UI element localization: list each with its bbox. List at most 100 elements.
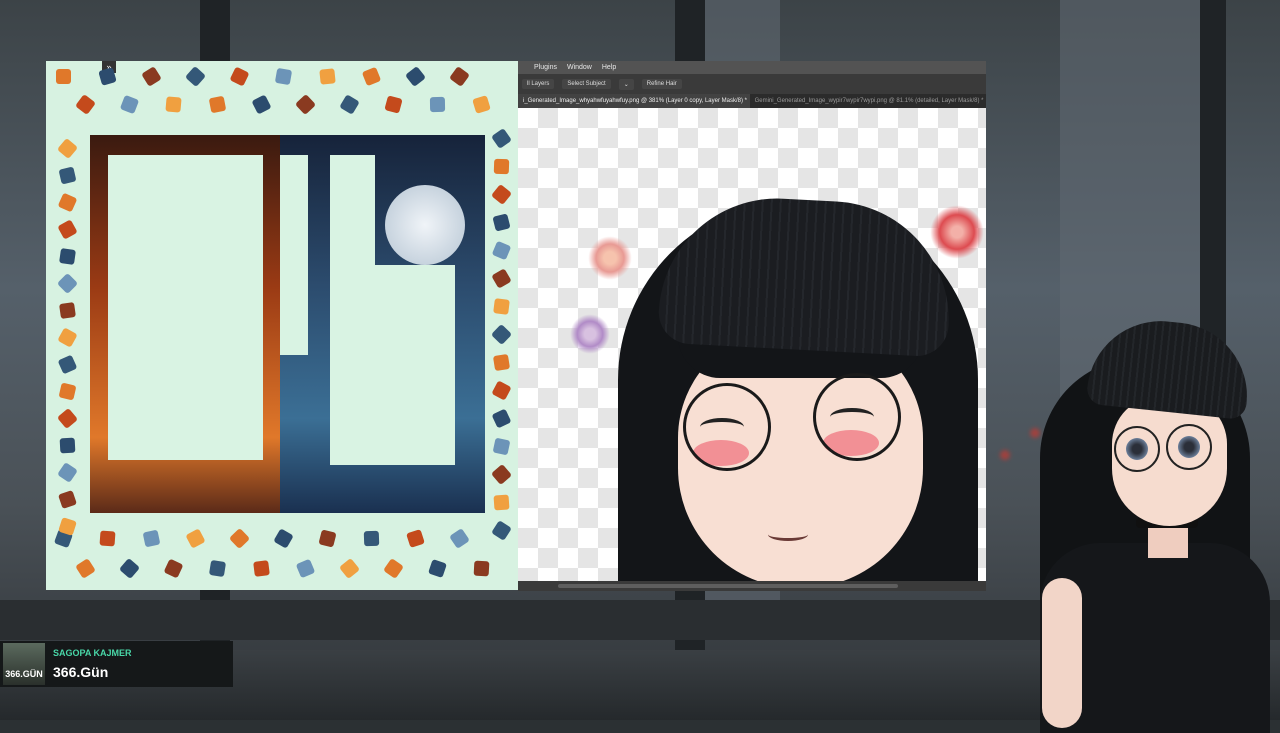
chevron-down-icon[interactable]: ⌄ [618,78,634,90]
all-layers-option[interactable]: ll Layers [522,79,555,89]
photoshop-window[interactable]: Plugins Window Help ll Layers Select Sub… [518,61,986,591]
menu-item-window[interactable]: Window [567,61,592,74]
puzzle-piece[interactable] [493,158,510,175]
document-tab-active[interactable]: i_Generated_Image_whyahwfuyahwfuy.png @ … [518,94,750,108]
menu-bar: Plugins Window Help [518,61,986,74]
left-closed-eye [700,418,744,436]
puzzle-piece[interactable] [491,520,512,541]
puzzle-piece[interactable] [361,66,382,87]
puzzle-empty-area[interactable] [375,265,455,465]
document-canvas[interactable] [518,108,986,591]
puzzle-piece[interactable] [56,407,79,430]
puzzle-piece[interactable] [58,166,77,185]
puzzle-piece[interactable] [57,192,78,213]
puzzle-piece[interactable] [57,354,78,375]
album-art-label: 366.GÜN [5,669,43,679]
puzzle-piece[interactable] [59,437,76,454]
puzzle-piece[interactable] [492,353,511,372]
document-tab[interactable]: Gemini_Generated_Image_wypir7wypir7wypi.… [750,94,986,108]
puzzle-piece[interactable] [75,558,96,579]
puzzle-piece[interactable] [208,559,227,578]
puzzle-piece[interactable] [56,137,79,160]
menu-item-help[interactable]: Help [602,61,616,74]
puzzle-piece[interactable] [491,408,512,429]
puzzle-piece[interactable] [208,95,227,114]
puzzle-piece[interactable] [119,94,140,115]
puzzle-piece[interactable] [491,380,512,401]
puzzle-piece[interactable] [318,529,337,548]
puzzle-piece[interactable] [165,96,182,113]
puzzle-piece[interactable] [449,66,470,87]
puzzle-piece[interactable] [383,558,404,579]
puzzle-piece[interactable] [472,95,491,114]
puzzle-piece[interactable] [57,327,78,348]
scrollbar-thumb[interactable] [558,584,898,588]
puzzle-piece[interactable] [339,94,360,115]
puzzle-piece[interactable] [74,93,97,116]
puzzle-empty-area[interactable] [330,155,375,465]
puzzle-piece[interactable] [99,530,116,547]
character-beanie [657,192,955,358]
puzzle-piece[interactable] [491,240,512,261]
red-flower-decoration [930,205,984,259]
horizontal-scrollbar[interactable] [518,581,986,591]
select-subject-button[interactable]: Select Subject [562,79,611,89]
puzzle-piece[interactable] [490,463,513,486]
puzzle-piece[interactable] [57,219,78,240]
puzzle-piece[interactable] [251,94,272,115]
puzzle-piece[interactable] [404,65,427,88]
puzzle-piece[interactable] [163,558,184,579]
puzzle-piece[interactable] [493,494,510,511]
puzzle-piece[interactable] [253,560,270,577]
puzzle-piece[interactable] [58,382,77,401]
puzzle-piece[interactable] [491,128,512,149]
puzzle-empty-area[interactable] [108,155,263,460]
puzzle-piece[interactable] [273,528,294,549]
puzzle-piece[interactable] [57,489,78,510]
avatar-left-arm [1042,578,1082,728]
puzzle-piece[interactable] [449,528,470,549]
puzzle-piece[interactable] [338,557,361,580]
refine-hair-button[interactable]: Refine Hair [641,79,682,89]
puzzle-piece[interactable] [294,93,317,116]
puzzle-piece[interactable] [493,298,510,315]
puzzle-piece[interactable] [57,462,78,483]
avatar-beanie [1085,313,1255,421]
puzzle-piece[interactable] [59,248,76,265]
song-title: 366.Gün [53,664,109,680]
puzzle-piece[interactable] [229,66,250,87]
puzzle-piece[interactable] [56,69,71,84]
puzzle-piece[interactable] [406,529,425,548]
menu-item-plugins[interactable]: Plugins [534,61,557,74]
puzzle-piece[interactable] [56,272,79,295]
puzzle-piece[interactable] [429,96,446,113]
puzzle-piece[interactable] [473,560,490,577]
puzzle-piece[interactable] [490,183,513,206]
puzzle-piece[interactable] [492,437,511,456]
puzzle-piece[interactable] [492,213,511,232]
avatar-right-glasses-lens [1166,424,1212,470]
avatar-left-glasses-lens [1114,426,1160,472]
puzzle-piece[interactable] [490,323,513,346]
puzzle-piece[interactable] [491,268,512,289]
character-smile [768,528,808,541]
puzzle-piece[interactable] [319,68,336,85]
now-playing-widget: 366.GÜN SAGOPA KAJMER 366.Gün [0,641,233,687]
puzzle-piece[interactable] [295,558,316,579]
puzzle-piece[interactable] [118,557,141,580]
puzzle-piece[interactable] [59,302,76,319]
puzzle-piece[interactable] [274,67,293,86]
puzzle-piece[interactable] [142,529,161,548]
puzzle-piece[interactable] [185,528,206,549]
puzzle-piece[interactable] [363,530,380,547]
jigsaw-puzzle-window[interactable]: » [46,61,518,590]
puzzle-piece[interactable] [427,558,448,579]
puzzle-empty-area[interactable] [280,155,308,355]
pink-flower-decoration [588,236,632,280]
puzzle-piece[interactable] [228,527,251,550]
puzzle-piece[interactable] [184,65,207,88]
puzzle-piece[interactable] [141,66,162,87]
puzzle-piece[interactable] [384,95,403,114]
traffic-light [1000,450,1010,460]
puzzle-board[interactable] [90,135,485,513]
